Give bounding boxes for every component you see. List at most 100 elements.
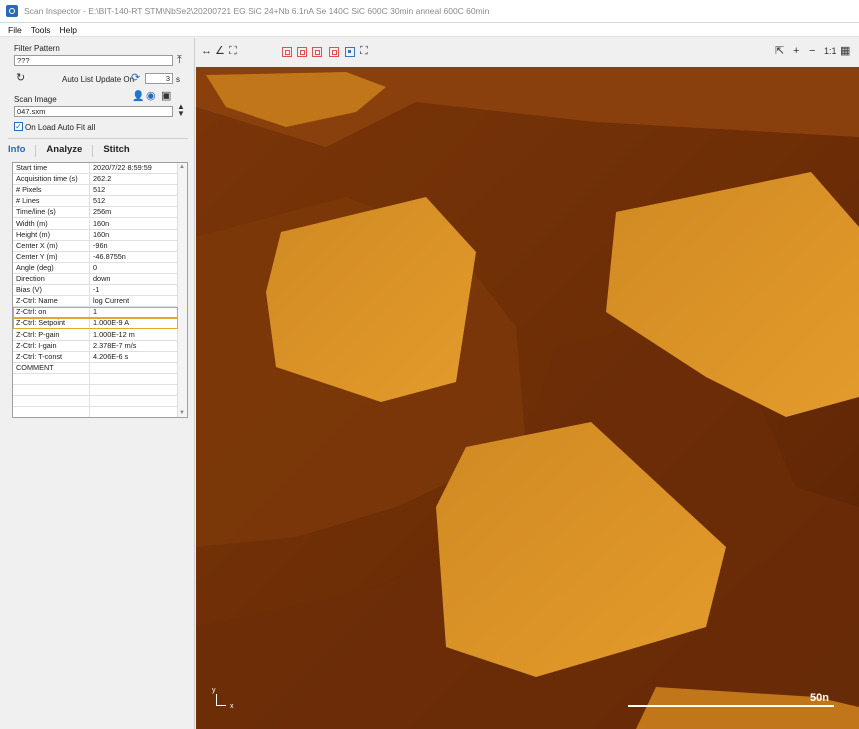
table-row[interactable]: Direction down: [13, 274, 178, 286]
table-row[interactable]: Width (m) 160n: [13, 218, 178, 230]
menu-help[interactable]: Help: [60, 25, 77, 35]
property-value: log Current: [93, 296, 130, 306]
table-scrollbar[interactable]: ▲ ▼: [177, 163, 187, 417]
roi-tool-4-icon[interactable]: [329, 47, 339, 57]
table-row[interactable]: [13, 385, 178, 397]
property-key: [13, 385, 90, 396]
seconds-unit: s: [176, 75, 180, 84]
axis-y-label: y: [212, 687, 216, 694]
zoom-reset-button[interactable]: 1:1: [824, 46, 837, 56]
refresh-icon[interactable]: ↻: [16, 73, 25, 84]
scroll-up-icon[interactable]: ▲: [179, 164, 185, 170]
table-row[interactable]: Start time 2020/7/22 8:59:59: [13, 163, 178, 175]
tab-separator: [35, 145, 37, 157]
autofit-checkbox[interactable]: ✓: [14, 122, 23, 131]
property-key: Z-Ctrl: I-gain: [13, 340, 90, 351]
property-key: # Pixels: [13, 185, 90, 196]
table-row[interactable]: [13, 407, 178, 417]
property-key: [13, 373, 90, 384]
property-key: COMMENT: [13, 362, 90, 373]
roi-tool-3-icon[interactable]: [312, 47, 322, 57]
property-value: down: [93, 274, 111, 283]
eye-icon[interactable]: ◉: [146, 91, 156, 102]
window-title: Scan Inspector - E:\BIT-140-RT STM\NbSe2…: [24, 6, 490, 16]
settings-grid-icon[interactable]: ▦: [840, 46, 850, 57]
divider: [8, 138, 188, 139]
property-key: Z-Ctrl: P-gain: [13, 329, 90, 340]
property-value: 262.2: [93, 174, 112, 184]
axis-indicator: [216, 694, 226, 706]
property-key: Start time: [13, 163, 90, 174]
tab-analyze[interactable]: Analyze: [46, 140, 82, 158]
autofit-label: On Load Auto Fit all: [25, 123, 96, 132]
property-value: -1: [93, 285, 100, 295]
property-key: Angle (deg): [13, 262, 90, 273]
property-key: # Lines: [13, 196, 90, 207]
table-row[interactable]: Z-Ctrl: T-const 4.206E-6 s: [13, 351, 178, 363]
cursor-icon[interactable]: ⇱: [775, 46, 784, 57]
property-key: Acquisition time (s): [13, 174, 90, 185]
property-key: Width (m): [13, 218, 90, 229]
menu-file[interactable]: File: [8, 25, 22, 35]
properties-table: ▲ ▼ Start time 2020/7/22 8:59:59 Acquisiti…: [12, 162, 188, 418]
table-row[interactable]: Z-Ctrl: Name log Current: [13, 296, 178, 308]
table-row[interactable]: Bias (V) -1: [13, 285, 178, 297]
scalebar: [628, 705, 834, 707]
table-row[interactable]: COMMENT: [13, 362, 178, 374]
measure-distance-icon[interactable]: ↔: [201, 46, 212, 57]
tab-stitch[interactable]: Stitch: [103, 140, 129, 158]
table-row[interactable]: Center Y (m) -46.8755n: [13, 251, 178, 263]
property-key: Center Y (m): [13, 251, 90, 262]
property-key: Time/line (s): [13, 207, 90, 218]
table-row[interactable]: Z-Ctrl: P-gain 1.000E-12 m: [13, 329, 178, 341]
angle-icon[interactable]: ∠: [215, 46, 225, 57]
table-row[interactable]: [13, 396, 178, 408]
tab-info[interactable]: Info: [8, 140, 25, 158]
property-value: 4.206E-6 s: [93, 351, 129, 361]
image-toolbar: ↔ ∠ ⛶ ⛶ ⇱ + − 1:1 ▦: [195, 38, 859, 66]
property-value: 256m: [93, 207, 112, 217]
user-icon[interactable]: 👤: [132, 91, 144, 102]
zoom-out-icon[interactable]: −: [809, 46, 815, 57]
menu-tools[interactable]: Tools: [31, 25, 51, 35]
table-row[interactable]: Z-Ctrl: on 1: [13, 307, 178, 319]
property-value: 1.000E-9 A: [93, 318, 130, 328]
scan-image-input[interactable]: 047.sxm: [14, 106, 173, 117]
table-row[interactable]: Acquisition time (s) 262.2: [13, 174, 178, 186]
table-row[interactable]: Time/line (s) 256m: [13, 207, 178, 219]
fit-view-icon[interactable]: ⛶: [229, 46, 237, 57]
auto-update-icon[interactable]: ⟳: [131, 73, 140, 84]
property-value: [90, 363, 178, 373]
stm-topography: [196, 67, 859, 729]
table-row[interactable]: Center X (m) -96n: [13, 240, 178, 252]
tab-bar: Info Analyze Stitch: [8, 140, 188, 158]
image-stepper[interactable]: ▲ ▼: [177, 103, 185, 118]
property-key: Direction: [13, 274, 90, 285]
property-value: 160n: [93, 218, 110, 228]
roi-select-icon[interactable]: [345, 47, 355, 57]
property-key: [13, 407, 90, 417]
menu-bar: File Tools Help: [0, 23, 859, 37]
table-row[interactable]: Z-Ctrl: Setpoint 1.000E-9 A: [13, 318, 178, 330]
property-value: 0: [93, 262, 98, 272]
fit-image-icon[interactable]: ▣: [161, 91, 171, 102]
table-row[interactable]: Z-Ctrl: I-gain 2.378E-7 m/s: [13, 340, 178, 352]
fullscreen-icon[interactable]: ⛶: [360, 46, 368, 57]
roi-tool-1-icon[interactable]: [282, 47, 292, 57]
zoom-in-icon[interactable]: +: [793, 46, 799, 57]
axis-x-label: x: [230, 703, 234, 710]
scalebar-label: 50n: [810, 692, 829, 704]
scroll-down-icon[interactable]: ▼: [179, 410, 185, 416]
table-row[interactable]: # Lines 512: [13, 196, 178, 208]
property-key: Z-Ctrl: Name: [13, 296, 90, 307]
table-row[interactable]: # Pixels 512: [13, 185, 178, 197]
filter-pattern-input[interactable]: ???: [14, 55, 173, 66]
table-row[interactable]: [13, 373, 178, 385]
table-row[interactable]: Height (m) 160n: [13, 229, 178, 241]
stm-image-view[interactable]: y x 50n: [196, 67, 859, 729]
table-row[interactable]: Angle (deg) 0: [13, 262, 178, 274]
roi-tool-2-icon[interactable]: [297, 47, 307, 57]
export-icon[interactable]: ⤒: [177, 55, 182, 66]
property-value: 1: [93, 307, 98, 317]
auto-update-seconds-input[interactable]: 3: [145, 73, 173, 84]
